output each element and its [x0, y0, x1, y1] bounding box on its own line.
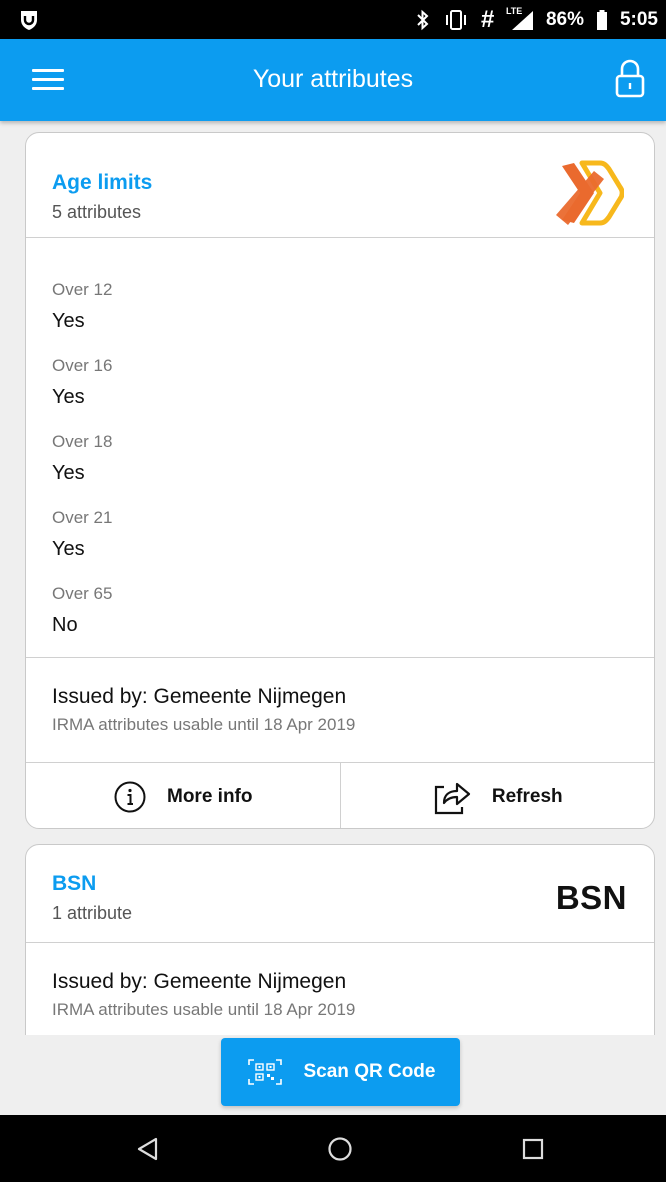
card-title: BSN	[52, 872, 97, 895]
vibrate-icon	[443, 9, 469, 31]
issuer-section: Issued by: Gemeente Nijmegen IRMA attrib…	[26, 943, 654, 1035]
attribute-value: Yes	[52, 310, 85, 332]
attribute-label: Over 12	[52, 280, 113, 299]
back-triangle-icon[interactable]	[130, 1131, 166, 1167]
attribute-label: Over 16	[52, 356, 113, 375]
attribute-list: Over 12 Yes Over 16 Yes Over 18 Yes Over…	[26, 238, 654, 658]
page-title: Your attributes	[252, 65, 414, 93]
clock: 5:05	[619, 8, 658, 30]
issuer-name: Issued by: Gemeente Nijmegen	[52, 685, 347, 708]
shield-notification-icon	[21, 10, 37, 30]
status-bar: # LTE 86% 5:05	[0, 0, 666, 39]
refresh-button[interactable]: Refresh	[339, 763, 655, 828]
card-actions: More info Refresh	[26, 763, 655, 828]
recents-square-icon[interactable]	[515, 1131, 551, 1167]
hash-icon: #	[480, 5, 494, 33]
attributes-list[interactable]: Age limits 5 attributes Over 12 Yes Over…	[0, 121, 666, 1035]
credential-card-bsn: BSN 1 attribute BSN Issued by: Gemeente …	[25, 844, 655, 1035]
home-circle-icon[interactable]	[322, 1131, 358, 1167]
credential-card-age-limits: Age limits 5 attributes Over 12 Yes Over…	[25, 132, 655, 829]
attribute-label: Over 18	[52, 432, 113, 451]
card-header[interactable]: Age limits 5 attributes	[26, 133, 654, 238]
attribute-value: Yes	[52, 538, 85, 560]
validity-text: IRMA attributes usable until 18 Apr 2019	[52, 1000, 356, 1019]
scan-qr-button[interactable]: Scan QR Code	[221, 1038, 460, 1106]
attribute-row: Over 18 Yes	[52, 432, 628, 508]
attribute-row: Over 16 Yes	[52, 356, 628, 432]
attribute-row: Over 21 Yes	[52, 508, 628, 584]
card-header[interactable]: BSN 1 attribute BSN	[26, 845, 654, 943]
attribute-label: Over 21	[52, 508, 113, 527]
x-logo-icon	[556, 160, 624, 226]
issuer-name: Issued by: Gemeente Nijmegen	[52, 970, 347, 993]
qr-code-icon	[247, 1059, 282, 1085]
more-info-label: More info	[167, 785, 253, 807]
share-arrow-icon	[434, 782, 470, 814]
issuer-section: Issued by: Gemeente Nijmegen IRMA attrib…	[26, 658, 654, 763]
app-bar: Your attributes	[0, 39, 666, 121]
validity-text: IRMA attributes usable until 18 Apr 2019	[52, 715, 356, 734]
attribute-label: Over 65	[52, 584, 113, 603]
refresh-label: Refresh	[491, 785, 563, 807]
attribute-row: Over 65 No	[52, 584, 628, 660]
battery-percent: 86%	[545, 8, 584, 30]
card-title: Age limits	[52, 171, 153, 194]
signal-icon: LTE	[506, 6, 534, 31]
lock-icon[interactable]	[614, 59, 646, 99]
attribute-value: Yes	[52, 462, 85, 484]
info-icon	[114, 781, 146, 812]
attribute-value: Yes	[52, 386, 85, 408]
attribute-value: No	[52, 614, 78, 636]
more-info-button[interactable]: More info	[26, 763, 340, 828]
bsn-logo: BSN	[555, 879, 627, 916]
attribute-row: Over 12 Yes	[52, 280, 628, 356]
bluetooth-icon	[415, 9, 431, 31]
card-subtitle: 1 attribute	[52, 903, 133, 923]
battery-icon	[596, 9, 608, 31]
system-nav-bar	[0, 1115, 666, 1182]
scan-qr-label: Scan QR Code	[303, 1061, 436, 1082]
card-subtitle: 5 attributes	[52, 202, 142, 222]
